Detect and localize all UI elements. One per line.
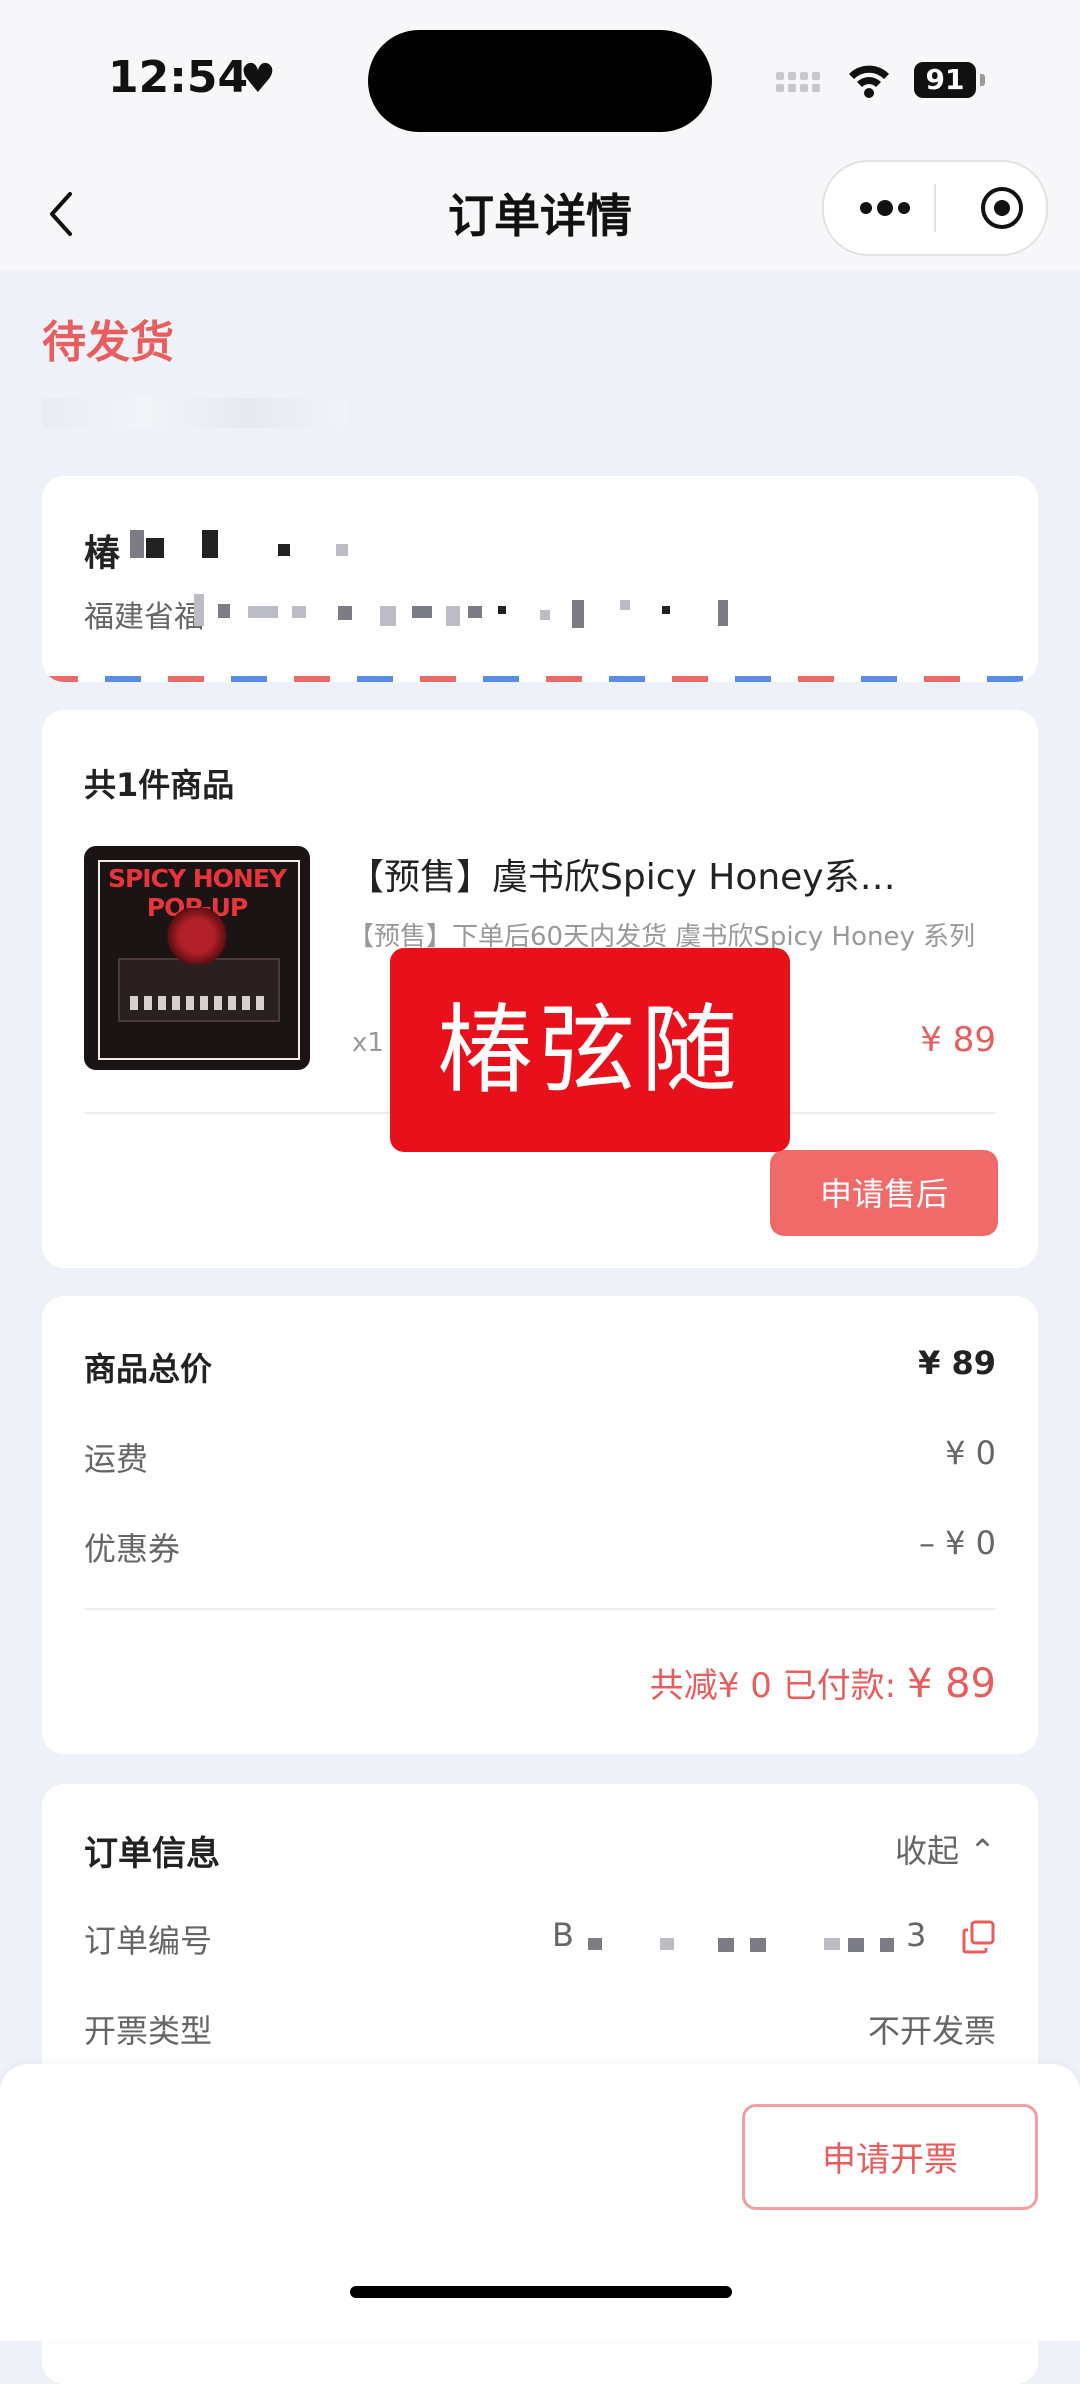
doll-figures	[130, 996, 264, 1010]
more-options-icon[interactable]	[858, 198, 912, 218]
wifi-icon	[849, 65, 889, 98]
image-stage	[118, 958, 280, 1022]
watermark-label: 椿弦随	[390, 948, 790, 1152]
goods-total-label: 商品总价	[84, 1350, 213, 1388]
goods-total-value: ¥ 89	[918, 1344, 996, 1382]
after-sale-button[interactable]: 申请售后	[770, 1150, 998, 1236]
invoice-type-value: 不开发票	[867, 2012, 996, 2050]
mini-program-capsule	[822, 160, 1048, 256]
status-bar: 12:54 ♥ 91	[0, 0, 1080, 160]
paid-summary: 共减¥ 0 已付款: ¥ 89	[650, 1658, 996, 1707]
apply-invoice-button[interactable]: 申请开票	[742, 2104, 1038, 2210]
address-line: 福建省福	[84, 600, 204, 635]
cellular-signal-icon	[776, 72, 830, 102]
paid-amount: ¥ 89	[906, 1661, 996, 1707]
reduced-amount: 共减¥ 0	[649, 1666, 772, 1706]
battery-tip	[980, 74, 985, 86]
order-number-prefix: B	[552, 1916, 574, 1954]
home-indicator[interactable]	[350, 2286, 732, 2298]
collapse-toggle[interactable]: 收起 ⌃	[895, 1826, 996, 1872]
order-number-suffix: 3	[906, 1916, 927, 1954]
status-time: 12:54	[108, 52, 249, 103]
dynamic-island	[368, 30, 712, 132]
coupon-label: 优惠券	[84, 1530, 181, 1568]
product-name[interactable]: 【预售】虞书欣Spicy Honey系…	[348, 848, 988, 900]
product-image[interactable]: SPICY HONEY POP-UP	[84, 846, 310, 1070]
goods-count: 共1件商品	[84, 766, 235, 804]
recipient-name: 椿	[84, 533, 121, 574]
rose-graphic	[166, 908, 228, 964]
invoice-type-label: 开票类型	[84, 2012, 213, 2050]
bottom-action-bar: 申请开票	[0, 2064, 1080, 2341]
product-quantity: x1	[352, 1028, 384, 1058]
order-number-label: 订单编号	[84, 1922, 213, 1960]
address-card[interactable]: 椿 福建省福	[42, 476, 1038, 682]
coupon-value: – ¥ 0	[918, 1524, 996, 1562]
close-program-icon[interactable]	[978, 184, 1026, 232]
order-info-title: 订单信息	[84, 1834, 220, 1874]
airmail-border	[42, 676, 1038, 682]
divider	[84, 1608, 996, 1610]
shipping-label: 运费	[84, 1440, 149, 1478]
battery-level: 91	[914, 62, 976, 98]
status-subtitle-redacted	[42, 398, 348, 428]
order-status: 待发货	[42, 317, 174, 368]
product-price: ¥ 89	[920, 1020, 996, 1060]
shipping-value: ¥ 0	[945, 1434, 996, 1472]
navigation-bar: 订单详情	[0, 160, 1080, 270]
price-summary-card: 商品总价 ¥ 89 运费 ¥ 0 优惠券 – ¥ 0 共减¥ 0 已付款: ¥ …	[42, 1296, 1038, 1754]
copy-icon[interactable]	[962, 1920, 996, 1954]
paid-label: 已付款:	[782, 1666, 897, 1706]
heart-icon: ♥	[240, 56, 276, 102]
capsule-divider	[934, 184, 936, 232]
